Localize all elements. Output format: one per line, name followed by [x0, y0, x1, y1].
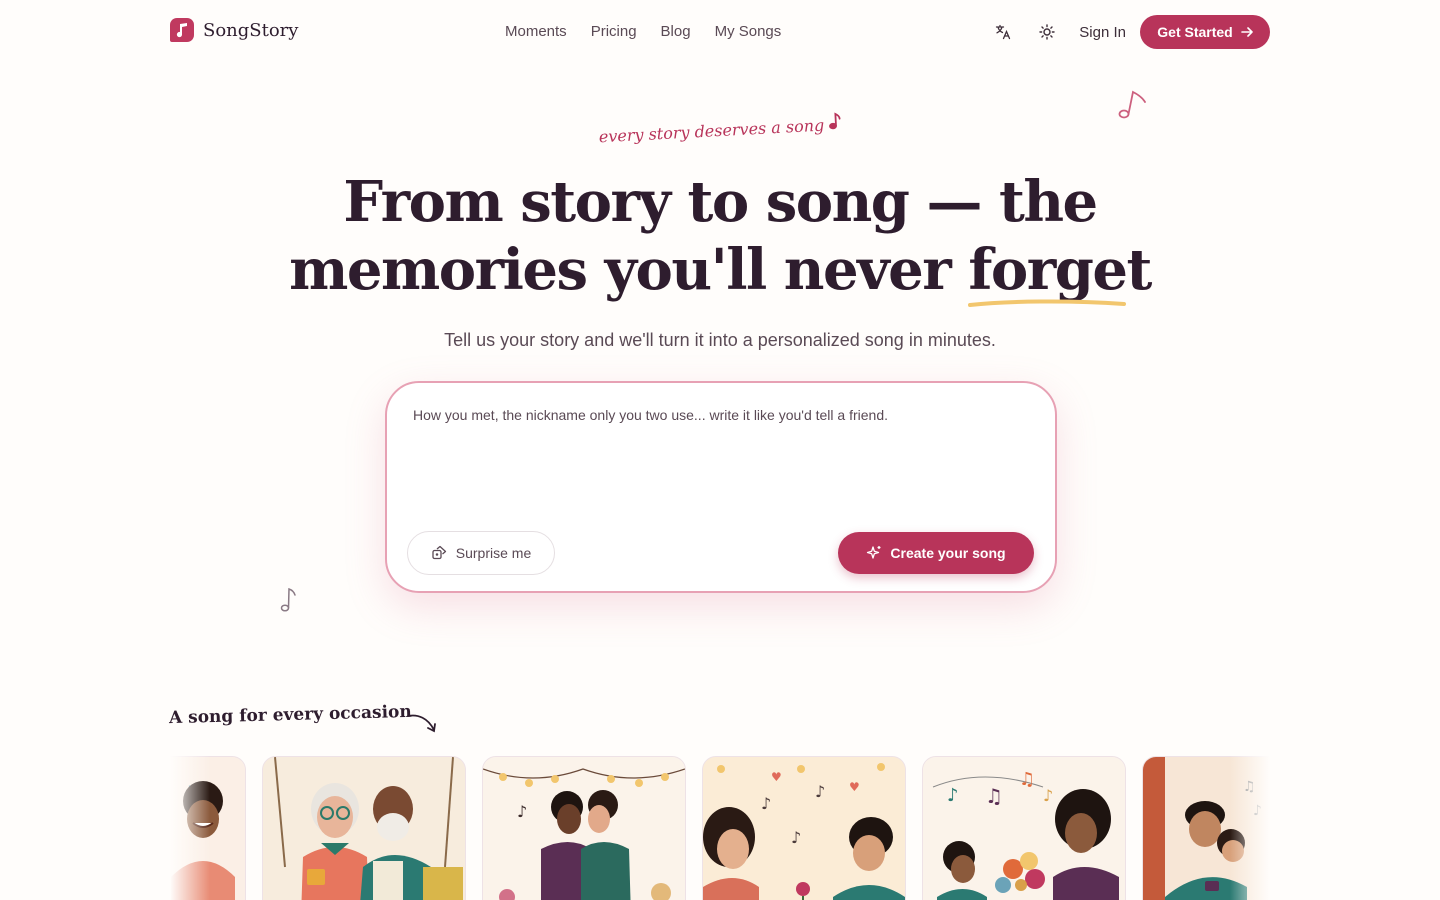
get-started-button[interactable]: Get Started [1140, 15, 1270, 49]
headline-line-2: memories you'll never [289, 237, 952, 303]
svg-text:♪: ♪ [947, 785, 959, 806]
headline-highlight-word: forget [968, 236, 1152, 307]
carousel-fade-left [170, 756, 210, 900]
elderly-couple-illustration [263, 757, 465, 900]
svg-text:♪: ♪ [1043, 786, 1053, 805]
brand-logo[interactable]: SongStory [170, 18, 298, 42]
nav-actions: Sign In Get Started [987, 15, 1270, 49]
svg-text:♥: ♥ [771, 770, 782, 784]
headline-line-1: From story to song — the [343, 169, 1098, 235]
occasion-card[interactable]: ♪ [482, 756, 686, 900]
brand-name: SongStory [203, 19, 299, 41]
tagline-text: every story deserves a song [598, 115, 825, 147]
occasion-card[interactable] [262, 756, 466, 900]
nav-link-my-songs[interactable]: My Songs [715, 23, 782, 40]
nav-link-pricing[interactable]: Pricing [591, 23, 637, 40]
young-couple-illustration: ♪ ♪ ♪ ♥ ♥ [703, 757, 905, 900]
occasion-cards-carousel[interactable]: ♫ [170, 756, 1270, 900]
svg-text:♪: ♪ [815, 782, 825, 801]
arrow-right-icon [1240, 27, 1253, 37]
surprise-me-label: Surprise me [455, 545, 532, 561]
get-started-label: Get Started [1157, 24, 1233, 40]
occasions-heading: A song for every occasion [168, 701, 412, 729]
create-song-label: Create your song [890, 545, 1006, 561]
dice-icon [432, 545, 446, 560]
svg-text:♪: ♪ [791, 828, 801, 847]
wedding-couple-illustration: ♪ [483, 757, 685, 900]
svg-text:♪: ♪ [517, 802, 527, 821]
curved-arrow-icon [407, 714, 436, 733]
story-textarea[interactable] [411, 405, 1035, 509]
hero-headline: From story to song — the memories you'll… [0, 168, 1440, 307]
music-note-decoration-icon [280, 587, 296, 612]
language-icon[interactable] [987, 16, 1019, 48]
headline-highlight-text: forget [968, 237, 1152, 303]
sign-in-link[interactable]: Sign In [1079, 24, 1126, 41]
surprise-me-button[interactable]: Surprise me [407, 531, 555, 575]
main-nav: Moments Pricing Blog My Songs [505, 23, 781, 40]
svg-text:♥: ♥ [849, 780, 860, 794]
sun-theme-icon[interactable] [1031, 16, 1063, 48]
music-note-icon [829, 112, 841, 130]
svg-text:♫: ♫ [985, 784, 1003, 808]
underline-stroke-icon [968, 299, 1127, 307]
svg-text:♪: ♪ [761, 794, 771, 813]
mother-child-flowers-illustration: ♪ ♫ ♫ ♪ [923, 757, 1125, 900]
story-input-card: Surprise me Create your song [385, 381, 1057, 593]
occasion-card[interactable]: ♪ ♪ ♪ ♥ ♥ [702, 756, 906, 900]
svg-text:♫: ♫ [1019, 769, 1035, 790]
nav-link-blog[interactable]: Blog [661, 23, 691, 40]
music-note-logo-icon [170, 18, 194, 42]
occasion-card[interactable]: ♪ ♫ ♫ ♪ [922, 756, 1126, 900]
hero-subtitle: Tell us your story and we'll turn it int… [444, 330, 996, 350]
create-song-button[interactable]: Create your song [838, 532, 1034, 574]
nav-link-moments[interactable]: Moments [505, 23, 567, 40]
top-navbar: SongStory Moments Pricing Blog My Songs … [0, 0, 1440, 64]
sparkles-icon [867, 546, 881, 559]
carousel-fade-right [1230, 756, 1270, 900]
hero-tagline: every story deserves a song [0, 80, 1439, 177]
